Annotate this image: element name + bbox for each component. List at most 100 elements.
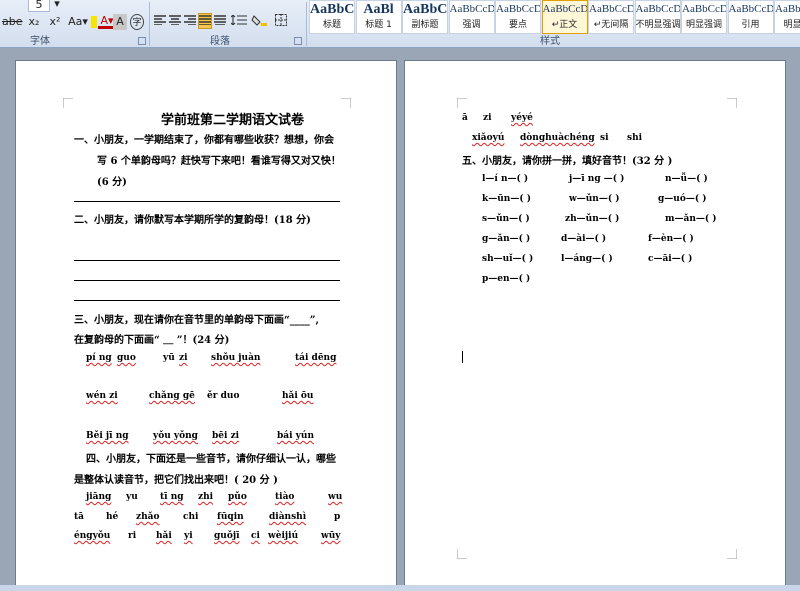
pinyin-word: diànshì <box>269 512 307 522</box>
borders-icon[interactable] <box>272 14 290 30</box>
spelling-item: c—āi—( ) <box>648 254 693 264</box>
spelling-item: w—ǔn—( ) <box>569 194 620 204</box>
pinyin-word: hǎi <box>156 531 172 541</box>
document-page-2[interactable]: ā zi yéyé xiǎoyú dònghuàchéng si shi 五、小… <box>404 60 786 586</box>
shading-icon[interactable] <box>250 14 268 30</box>
pinyin-word: ci <box>251 531 260 541</box>
change-case-button[interactable]: Aa▾ <box>66 14 90 30</box>
style-preview: AaBbCcDi <box>775 3 800 15</box>
paragraph-dialog-launcher-icon[interactable] <box>294 37 302 45</box>
spelling-item: n—ǚ—( ) <box>665 174 708 184</box>
strikethrough-button[interactable]: abe <box>2 14 23 30</box>
superscript-button[interactable]: x² <box>46 14 64 30</box>
spelling-item: j—ī ng —( ) <box>569 174 625 184</box>
style-tile[interactable]: AaBbCcDi 引用 <box>727 0 774 34</box>
character-shading-button[interactable]: A <box>113 14 127 30</box>
style-tile[interactable]: AaBbC 副标题 <box>402 0 448 34</box>
style-tile[interactable]: AaBbCcDi 强调 <box>448 0 495 34</box>
style-name: 标题 <box>322 20 341 30</box>
distributed-align-icon[interactable] <box>213 14 227 30</box>
text-cursor <box>462 351 463 363</box>
align-right-icon[interactable] <box>183 14 197 30</box>
question-3-text: 在复韵母的下面画“ ＿ ”！(24 分) <box>74 335 230 346</box>
style-name: 不明显强调 <box>635 20 680 30</box>
pinyin-word: pǔo <box>228 492 247 502</box>
spelling-item: m—ǎn—( ) <box>665 214 717 224</box>
question-4-text: 是整体认读音节，把它们找出来吧！( 20 分 ) <box>74 475 278 486</box>
font-group-label: 字体 <box>30 36 50 47</box>
style-preview: AaBbCcDi <box>589 3 633 15</box>
pinyin-word: jiāng <box>86 492 112 502</box>
style-tile[interactable]: AaBbCcDi 明显引 <box>774 0 800 34</box>
pinyin-word: guo <box>117 353 136 363</box>
style-tile[interactable]: AaBbCcDi 要点 <box>495 0 541 34</box>
line-spacing-icon[interactable] <box>230 14 248 30</box>
answer-line <box>74 201 340 202</box>
font-size-box[interactable]: 5 <box>28 0 50 12</box>
spelling-item: s—ǔn—( ) <box>482 214 530 224</box>
font-dialog-launcher-icon[interactable] <box>138 37 146 45</box>
align-left-icon[interactable] <box>153 14 167 30</box>
pinyin-word: wèijiú <box>268 531 299 541</box>
style-preview: AaBbCcDi <box>635 3 680 15</box>
answer-line <box>74 300 340 301</box>
align-center-icon[interactable] <box>168 14 182 30</box>
style-preview: AaBbCcDi <box>542 3 587 15</box>
document-page-1[interactable]: 学前班第二学期语文试卷 一、小朋友，一学期结束了，你都有哪些收获？想想，你会 写… <box>15 60 397 586</box>
pinyin-word: zhi <box>198 492 214 502</box>
pinyin-word: shi <box>627 133 643 143</box>
pinyin-word: wu <box>328 492 343 502</box>
margin-corner-mark <box>727 549 737 559</box>
highlight-color-icon[interactable] <box>91 16 97 28</box>
pinyin-word: yū <box>163 353 175 363</box>
pinyin-word: fūqin <box>217 512 244 522</box>
pinyin-word: guǒjī <box>214 531 240 541</box>
subscript-button[interactable]: x₂ <box>25 14 43 30</box>
style-tile[interactable]: AaBbC 标题 <box>309 0 355 34</box>
pinyin-word: ā <box>462 113 468 123</box>
style-preview: AaBbC <box>403 2 447 17</box>
document-workspace[interactable]: 学前班第二学期语文试卷 一、小朋友，一学期结束了，你都有哪些收获？想想，你会 写… <box>0 48 800 591</box>
pinyin-word: bái yún <box>277 431 314 441</box>
spelling-item: zh—ǔn—( ) <box>565 214 620 224</box>
pinyin-word: Běi jī ng <box>86 431 129 441</box>
question-5-text: 五、小朋友，请你拼一拼，填好音节！(32 分 ) <box>462 156 673 167</box>
enclose-character-button[interactable]: 字 <box>130 14 144 30</box>
pinyin-word: yǒu yǒng <box>153 431 198 441</box>
pinyin-word: zi <box>483 113 492 123</box>
pinyin-word: zi <box>179 353 188 363</box>
pinyin-word: yu <box>126 492 138 502</box>
pinyin-word: yéyé <box>511 113 533 123</box>
answer-line <box>74 280 340 281</box>
style-tile[interactable]: AaBbCcDi 不明显强调 <box>634 0 681 34</box>
style-tile[interactable]: AaBl 标题 1 <box>355 0 402 34</box>
spelling-item: p—en—( ) <box>482 274 531 284</box>
group-divider <box>149 2 150 46</box>
answer-line <box>74 260 340 261</box>
question-4-text: 四、小朋友，下面还是一些音节，请你仔细认一认，哪些 <box>86 454 336 465</box>
style-tile[interactable]: AaBbCcDi ↵正文 <box>541 0 588 34</box>
font-size-dropdown[interactable]: ▾ <box>52 0 62 12</box>
style-preview: AaBbCcDi <box>728 3 773 15</box>
pinyin-word: tiào <box>275 492 295 502</box>
pinyin-word: tái dēng <box>295 353 337 363</box>
pinyin-word: tī ng <box>160 492 184 502</box>
style-preview: AaBbC <box>310 2 354 17</box>
spelling-item: k—ūn—( ) <box>482 194 531 204</box>
pinyin-word: bēi zi <box>212 431 240 441</box>
pinyin-word: tā <box>74 512 84 522</box>
style-preview: AaBbCcDi <box>682 3 726 15</box>
question-1-text: 一、小朋友，一学期结束了，你都有哪些收获？想想，你会 <box>74 135 334 146</box>
style-name: 明显引 <box>783 20 800 30</box>
margin-corner-mark <box>63 98 73 108</box>
ribbon: 5 ▾ abe x₂ x² Aa▾ A▾ A 字 字体 段落 AaBbC 标题 Aa… <box>0 0 800 48</box>
spelling-item: sh—uǐ—( ) <box>482 254 534 264</box>
status-bar <box>0 585 800 591</box>
pinyin-word: chǎng gē <box>149 391 195 401</box>
style-tile[interactable]: AaBbCcDi ↵无间隔 <box>588 0 634 34</box>
question-1-score: (6 分) <box>97 177 127 188</box>
justify-icon[interactable] <box>198 13 212 29</box>
style-preview: AaBbCcDi <box>449 3 494 15</box>
style-tile[interactable]: AaBbCcDi 明显强调 <box>681 0 727 34</box>
style-preview: AaBl <box>363 2 394 17</box>
